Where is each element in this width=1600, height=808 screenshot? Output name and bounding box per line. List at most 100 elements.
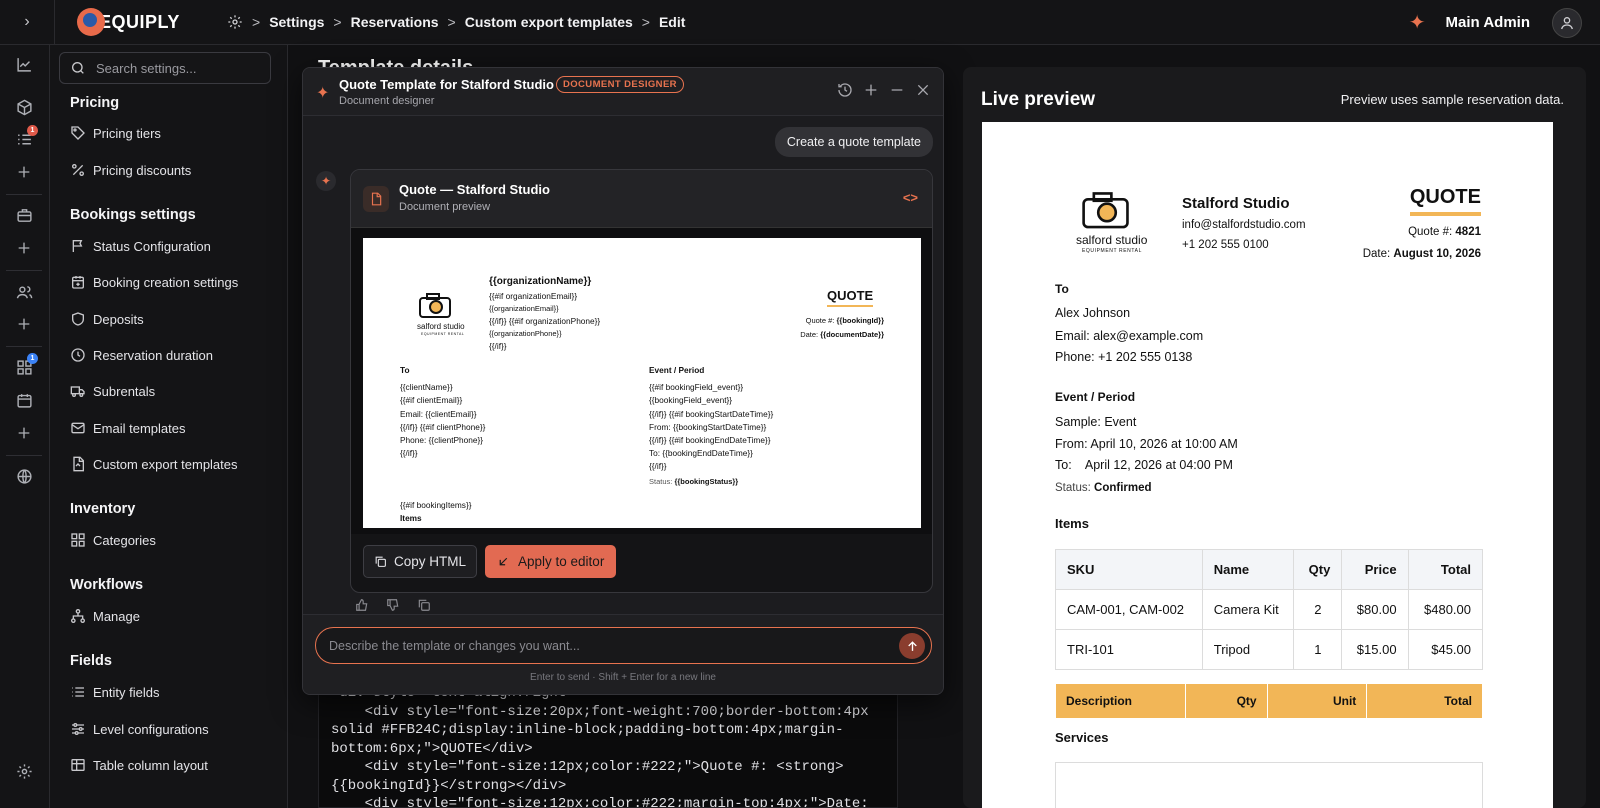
calendar-plus-icon bbox=[72, 276, 84, 289]
briefcase-icon[interactable] bbox=[14, 205, 34, 225]
table-cell: CAM-001, CAM-002 bbox=[1055, 589, 1203, 630]
box-icon[interactable] bbox=[14, 97, 34, 117]
client-name: Alex Johnson bbox=[1055, 306, 1131, 320]
sidebar-item-label: Subrentals bbox=[93, 383, 156, 399]
plus-icon[interactable] bbox=[14, 423, 34, 443]
sidebar-item-label: Categories bbox=[93, 532, 156, 548]
user-name[interactable]: Main Admin bbox=[1446, 14, 1530, 31]
history-icon[interactable] bbox=[837, 82, 853, 98]
analytics-icon[interactable] bbox=[14, 54, 34, 74]
chat-input-area: Describe the template or changes you wan… bbox=[303, 614, 943, 694]
clock-icon bbox=[71, 348, 85, 362]
table-cell: $15.00 bbox=[1341, 629, 1409, 670]
sidebar-item-label: Status Configuration bbox=[93, 238, 211, 254]
arrow-down-left-icon bbox=[499, 557, 508, 566]
mail-icon bbox=[71, 422, 85, 434]
arrow-up-icon bbox=[907, 640, 917, 651]
document-preview-area: salford studio EQUIPMENT RENTAL {{organi… bbox=[351, 228, 932, 534]
logo-subtext: EQUIPMENT RENTAL bbox=[421, 332, 465, 336]
plus-icon[interactable] bbox=[14, 162, 34, 182]
expand-sidebar-button[interactable]: › bbox=[0, 0, 55, 45]
globe-icon[interactable] bbox=[14, 466, 34, 486]
settings-search-input[interactable]: Search settings... bbox=[59, 52, 271, 84]
sidebar-item-email-templates[interactable]: Email templates bbox=[70, 420, 185, 436]
sidebar-item-deposits[interactable]: Deposits bbox=[70, 311, 144, 327]
items-label: Items bbox=[1055, 516, 1089, 531]
copy-message-icon[interactable] bbox=[417, 598, 431, 612]
quote-number-value: 4821 bbox=[1455, 226, 1481, 238]
sidebar-item-categories[interactable]: Categories bbox=[70, 532, 156, 548]
column-header: Name bbox=[1201, 549, 1295, 590]
status-line: Status: {{bookingStatus}} bbox=[649, 477, 738, 486]
column-header: Qty bbox=[1184, 683, 1268, 719]
panel-subtitle: Document designer bbox=[339, 95, 435, 107]
settings-gear-icon[interactable] bbox=[14, 761, 34, 781]
search-placeholder: Search settings... bbox=[96, 60, 197, 76]
column-header: Price bbox=[1341, 549, 1409, 590]
quote-heading: QUOTE bbox=[827, 288, 874, 307]
copy-html-button[interactable]: Copy HTML bbox=[363, 545, 478, 578]
sidebar-item-booking-creation-settings[interactable]: Booking creation settings bbox=[70, 274, 238, 290]
table-cell: $45.00 bbox=[1407, 629, 1484, 670]
template-preview-page[interactable]: salford studio EQUIPMENT RENTAL {{organi… bbox=[363, 238, 921, 528]
to-line: {{/if}} bbox=[400, 448, 418, 458]
breadcrumb-separator: > bbox=[252, 14, 261, 30]
avatar[interactable] bbox=[1552, 7, 1582, 38]
brand-logo[interactable]: EQUIPLY bbox=[77, 8, 187, 36]
task-list-icon[interactable]: 1 bbox=[14, 125, 38, 149]
event-name: Sample: Event bbox=[1055, 415, 1137, 429]
sidebar-item-pricing-tiers[interactable]: Pricing tiers bbox=[70, 125, 161, 141]
chat-input-placeholder: Describe the template or changes you wan… bbox=[329, 638, 580, 653]
sidebar-item-subrentals[interactable]: Subrentals bbox=[70, 383, 155, 399]
new-chat-plus-icon[interactable] bbox=[863, 82, 879, 98]
sidebar-item-level-configurations[interactable]: Level configurations bbox=[70, 721, 209, 737]
search-icon bbox=[72, 61, 84, 74]
breadcrumb-custom-export-templates[interactable]: Custom export templates bbox=[465, 14, 633, 30]
copy-icon bbox=[375, 556, 386, 567]
breadcrumb: > Settings > Reservations > Custom expor… bbox=[227, 14, 685, 30]
html-code-editor[interactable]: <div style="text-align:right"> <div styl… bbox=[318, 683, 898, 808]
thumbs-down-icon[interactable] bbox=[386, 598, 400, 612]
close-icon[interactable] bbox=[915, 82, 931, 98]
plus-icon[interactable] bbox=[14, 314, 34, 334]
code-line: <div style="font-size:12px;color:#222;ma… bbox=[364, 796, 869, 808]
document-designer-panel: ✦ Quote Template for Stalford Studio DOC… bbox=[302, 67, 944, 695]
users-icon[interactable] bbox=[14, 282, 34, 302]
sidebar-item-entity-fields[interactable]: Entity fields bbox=[70, 684, 159, 700]
group-workflows: Workflows bbox=[70, 577, 144, 593]
quote-number-line: Quote #: {{bookingId}} bbox=[806, 316, 884, 325]
sidebar-item-custom-export-templates[interactable]: Custom export templates bbox=[70, 456, 238, 472]
items-table: SKU Name Qty Price Total CAM-001, CAM-00… bbox=[1055, 549, 1484, 670]
ai-sparkle-icon[interactable]: ✦ bbox=[1409, 10, 1426, 35]
breadcrumb-edit: Edit bbox=[658, 14, 686, 30]
thumbs-up-icon[interactable] bbox=[355, 598, 369, 612]
apply-to-editor-button[interactable]: Apply to editor bbox=[485, 545, 617, 578]
document-preview-card: Quote — Stalford Studio Document preview… bbox=[350, 169, 933, 593]
org-name: Stalford Studio bbox=[1182, 195, 1290, 212]
sidebar-item-pricing-discounts[interactable]: Pricing discounts bbox=[70, 162, 191, 178]
breadcrumb-reservations[interactable]: Reservations bbox=[351, 14, 439, 30]
sidebar-item-status-configuration[interactable]: Status Configuration bbox=[70, 238, 211, 254]
gear-icon[interactable] bbox=[227, 14, 243, 30]
table-row: TRI-101 Tripod 1 $15.00 $45.00 bbox=[1055, 629, 1484, 670]
grid-icon[interactable]: 1 bbox=[14, 353, 38, 377]
chat-input[interactable]: Describe the template or changes you wan… bbox=[315, 627, 932, 664]
minimize-icon[interactable] bbox=[889, 82, 905, 98]
tasks-badge: 1 bbox=[27, 125, 38, 136]
camera-logo-icon bbox=[419, 293, 451, 318]
column-header: Unit bbox=[1266, 683, 1368, 719]
event-from: From: April 10, 2026 at 10:00 AM bbox=[1055, 437, 1238, 451]
app-root: › EQUIPLY > Settings > Reservations > Cu… bbox=[0, 0, 1600, 808]
sidebar-item-manage[interactable]: Manage bbox=[70, 608, 140, 624]
plus-icon[interactable] bbox=[14, 238, 34, 258]
send-button[interactable] bbox=[899, 633, 925, 659]
sidebar-item-reservation-duration[interactable]: Reservation duration bbox=[70, 347, 213, 363]
calendar-icon[interactable] bbox=[14, 390, 34, 410]
table-header-row: SKU Name Qty Price Total bbox=[1055, 549, 1484, 590]
breadcrumb-settings[interactable]: Settings bbox=[269, 14, 324, 30]
to-line: Email: {{clientEmail}} bbox=[400, 409, 477, 419]
org-line: {{/if}} bbox=[489, 341, 507, 351]
quote-number-label: Quote #: bbox=[1408, 226, 1453, 238]
sidebar-item-table-column-layout[interactable]: Table column layout bbox=[70, 757, 208, 773]
view-code-icon[interactable]: <> bbox=[903, 190, 918, 205]
